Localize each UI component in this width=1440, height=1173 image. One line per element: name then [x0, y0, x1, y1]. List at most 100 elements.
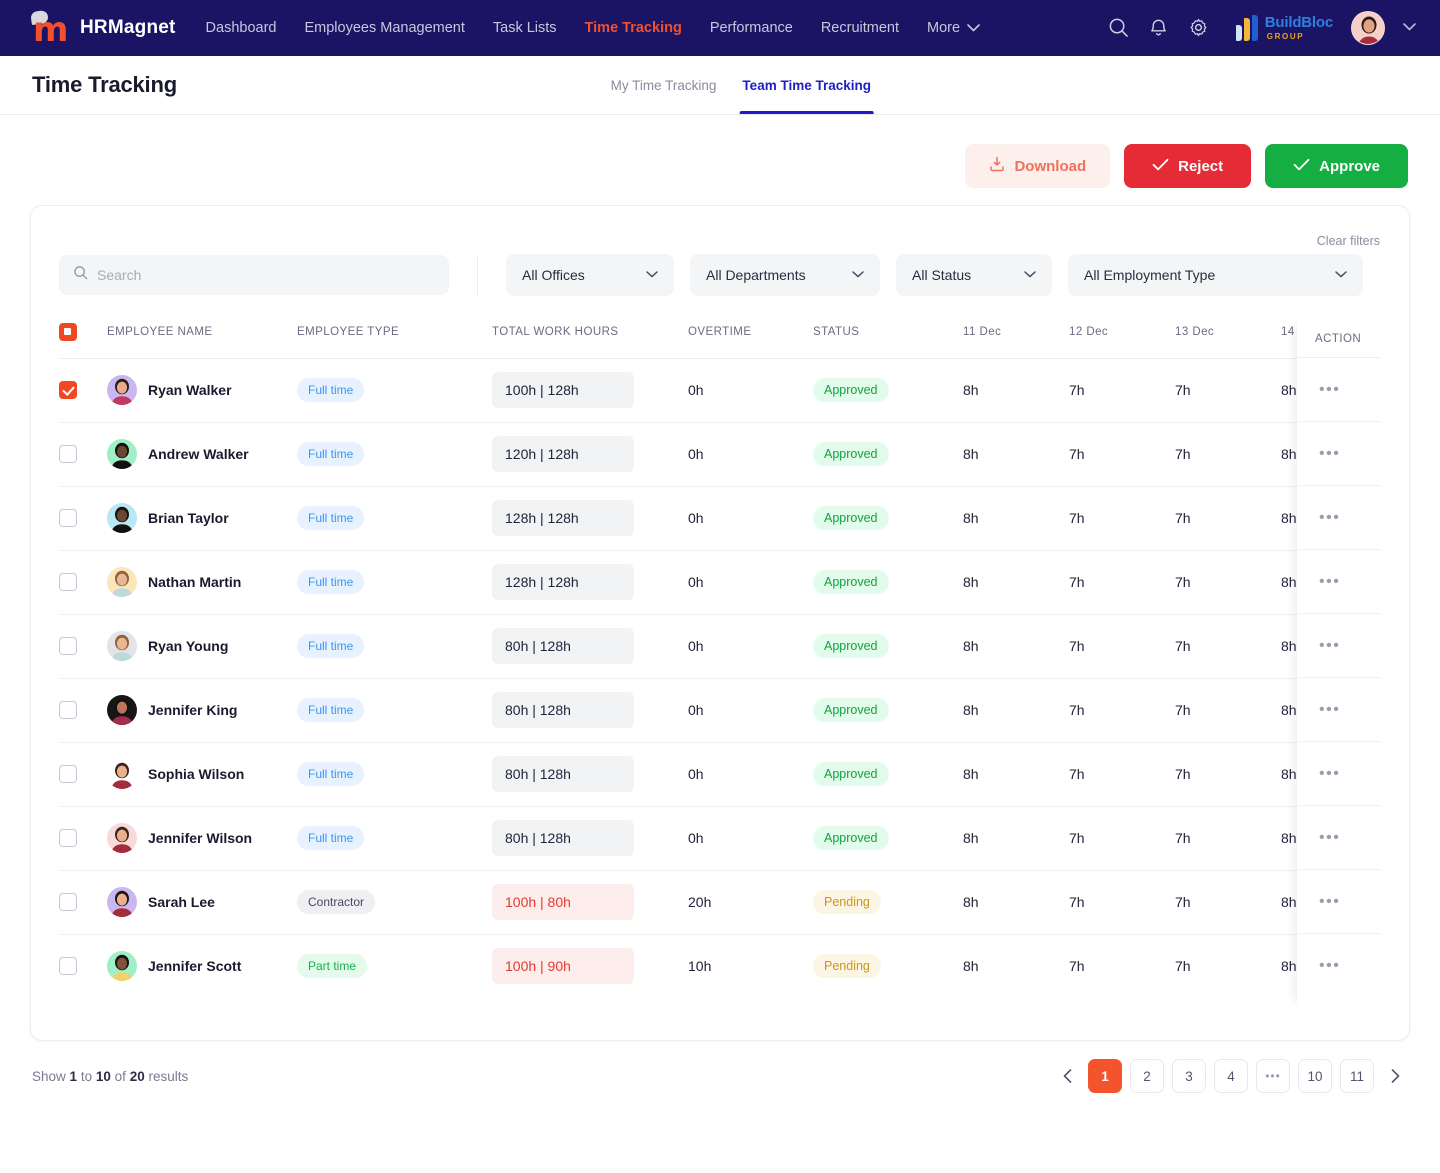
nav-more-menu[interactable]: More: [927, 20, 980, 36]
approve-button[interactable]: Approve: [1265, 144, 1408, 188]
day-hours-cell-12-dec: 7h: [1069, 678, 1175, 742]
column-date-12-dec[interactable]: 12 Dec: [1069, 320, 1175, 358]
table-row[interactable]: Andrew Walker Full time 120h | 128h 0h Appro…: [59, 422, 1381, 486]
nav-link-dashboard[interactable]: Dashboard: [206, 20, 277, 36]
tab-team-time-tracking[interactable]: Team Time Tracking: [739, 56, 874, 114]
column-overtime[interactable]: OVERTIME: [688, 320, 813, 358]
total-work-hours-cell: 80h | 128h: [492, 678, 688, 742]
pagination-page-10[interactable]: 10: [1298, 1059, 1332, 1093]
nav-link-performance[interactable]: Performance: [710, 20, 793, 36]
employee-name-cell: Sophia Wilson: [107, 742, 297, 806]
row-select-checkbox[interactable]: [59, 765, 77, 783]
table-row[interactable]: Jennifer Scott Part time 100h | 90h 10h Pend…: [59, 934, 1381, 998]
status-badge: Approved: [813, 506, 889, 530]
bell-icon[interactable]: [1148, 17, 1170, 39]
search-input[interactable]: [97, 267, 435, 283]
employment-type-filter-select[interactable]: All Employment Type: [1068, 254, 1363, 296]
departments-filter-select[interactable]: All Departments: [690, 254, 880, 296]
brand-logo[interactable]: m HRMagnet: [30, 9, 176, 50]
row-more-actions-icon[interactable]: •••: [1319, 893, 1340, 910]
row-select-cell: [59, 614, 107, 678]
row-select-cell: [59, 934, 107, 998]
total-work-hours-cell: 80h | 128h: [492, 742, 688, 806]
overtime-cell: 0h: [688, 486, 813, 550]
table-row[interactable]: Brian Taylor Full time 128h | 128h 0h Approv…: [59, 486, 1381, 550]
user-avatar[interactable]: [1351, 11, 1385, 45]
row-more-actions-icon[interactable]: •••: [1319, 509, 1340, 526]
row-select-checkbox[interactable]: [59, 509, 77, 527]
magnet-m-shape: m: [33, 10, 69, 50]
total-work-hours-value: 120h | 128h: [492, 436, 634, 472]
row-more-actions-icon[interactable]: •••: [1319, 701, 1340, 718]
row-more-actions-icon[interactable]: •••: [1319, 381, 1340, 398]
table-row[interactable]: Jennifer King Full time 80h | 128h 0h Approv…: [59, 678, 1381, 742]
table-row[interactable]: Nathan Martin Full time 128h | 128h 0h Appro…: [59, 550, 1381, 614]
column-status[interactable]: STATUS: [813, 320, 963, 358]
row-more-actions-icon[interactable]: •••: [1319, 829, 1340, 846]
download-button[interactable]: Download: [965, 144, 1111, 188]
row-select-checkbox[interactable]: [59, 701, 77, 719]
row-select-checkbox[interactable]: [59, 381, 77, 399]
employee-type-badge: Full time: [297, 442, 365, 466]
row-select-checkbox[interactable]: [59, 829, 77, 847]
nav-link-recruitment[interactable]: Recruitment: [821, 20, 899, 36]
status-cell: Approved: [813, 678, 963, 742]
row-more-actions-icon[interactable]: •••: [1319, 765, 1340, 782]
table-row[interactable]: Ryan Young Full time 80h | 128h 0h Approved 8…: [59, 614, 1381, 678]
pagination-next-button[interactable]: [1382, 1059, 1408, 1093]
offices-filter-select[interactable]: All Offices: [506, 254, 674, 296]
nav-link-time-tracking[interactable]: Time Tracking: [585, 20, 682, 36]
column-date-11-dec[interactable]: 11 Dec: [963, 320, 1069, 358]
column-total-work-hours[interactable]: TOTAL WORK HOURS: [492, 320, 688, 358]
pagination-page-1[interactable]: 1: [1088, 1059, 1122, 1093]
table-row[interactable]: Jennifer Wilson Full time 80h | 128h 0h Appr…: [59, 806, 1381, 870]
day-hours-cell-12-dec: 7h: [1069, 358, 1175, 422]
row-more-actions-icon[interactable]: •••: [1319, 445, 1340, 462]
search-icon[interactable]: [1108, 17, 1130, 39]
day-hours-cell-13-dec: 7h: [1175, 678, 1281, 742]
status-filter-select[interactable]: All Status: [896, 254, 1052, 296]
column-date-13-dec[interactable]: 13 Dec: [1175, 320, 1281, 358]
user-menu-chevron-icon[interactable]: [1403, 22, 1416, 34]
row-select-checkbox[interactable]: [59, 893, 77, 911]
row-select-checkbox[interactable]: [59, 957, 77, 976]
pagination-prev-button[interactable]: [1054, 1059, 1080, 1093]
employee-type-cell: Full time: [297, 550, 492, 614]
employee-type-badge: Full time: [297, 634, 365, 658]
nav-link-employees-management[interactable]: Employees Management: [304, 20, 464, 36]
column-date-14-dec[interactable]: 14: [1281, 320, 1381, 358]
row-select-checkbox[interactable]: [59, 445, 77, 463]
row-select-cell: [59, 678, 107, 742]
clear-filters-link[interactable]: Clear filters: [1317, 234, 1380, 248]
day-hours-cell-13-dec: 7h: [1175, 870, 1281, 934]
tab-my-time-tracking[interactable]: My Time Tracking: [611, 56, 717, 114]
table-row[interactable]: Sophia Wilson Full time 80h | 128h 0h Approv…: [59, 742, 1381, 806]
day-hours-cell-11-dec: 8h: [963, 550, 1069, 614]
row-more-actions-icon[interactable]: •••: [1319, 958, 1340, 974]
reject-button[interactable]: Reject: [1124, 144, 1252, 188]
avatar: [107, 759, 137, 789]
row-select-cell: [59, 550, 107, 614]
row-action-cell: •••: [1297, 422, 1381, 486]
row-more-actions-icon[interactable]: •••: [1319, 573, 1340, 590]
row-select-checkbox[interactable]: [59, 573, 77, 591]
select-all-checkbox[interactable]: [59, 322, 77, 341]
row-select-checkbox[interactable]: [59, 637, 77, 655]
gear-icon[interactable]: [1188, 17, 1210, 39]
table-row[interactable]: Sarah Lee Contractor 100h | 80h 20h Pending 8…: [59, 870, 1381, 934]
pagination-page-4[interactable]: 4: [1214, 1059, 1248, 1093]
total-work-hours-cell: 128h | 128h: [492, 486, 688, 550]
pagination-page-11[interactable]: 11: [1340, 1059, 1374, 1093]
nav-link-task-lists[interactable]: Task Lists: [493, 20, 557, 36]
table-row[interactable]: Ryan Walker Full time 100h | 128h 0h Approve…: [59, 358, 1381, 422]
employee-name-cell: Brian Taylor: [107, 486, 297, 550]
column-employee-name[interactable]: EMPLOYEE NAME: [107, 320, 297, 358]
search-box[interactable]: [59, 255, 449, 295]
download-button-label: Download: [1014, 157, 1087, 175]
row-more-actions-icon[interactable]: •••: [1319, 637, 1340, 654]
total-work-hours-value: 80h | 128h: [492, 756, 634, 792]
pagination-page-2[interactable]: 2: [1130, 1059, 1164, 1093]
column-employee-type[interactable]: EMPLOYEE TYPE: [297, 320, 492, 358]
day-hours-cell-12-dec: 7h: [1069, 742, 1175, 806]
pagination-page-3[interactable]: 3: [1172, 1059, 1206, 1093]
